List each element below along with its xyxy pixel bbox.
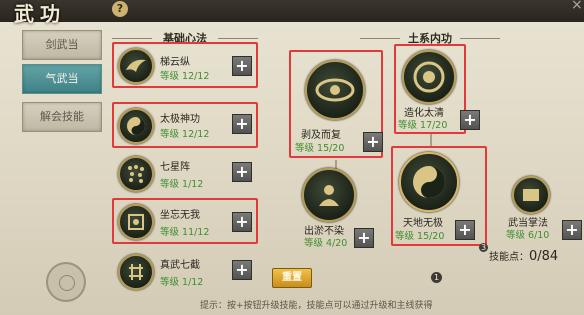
tab-sword-wudang[interactable]: 剑武当 [22, 30, 102, 60]
badge-indicator: 1 [431, 272, 442, 283]
bagua-wheel-icon [402, 50, 456, 104]
badge-indicator: 3 [479, 243, 488, 252]
header-divider [218, 38, 258, 39]
skill-row-tiyunzong[interactable]: 梯云纵 等级 12/12 + [112, 42, 258, 88]
skill-name: 坐忘无我 [160, 210, 200, 221]
skill-row-zhenwu-qijie[interactable]: 真武七截 等级 1/12 + [112, 252, 258, 298]
skill-level: 等级 12/12 [160, 71, 210, 82]
upgrade-button[interactable]: + [232, 260, 252, 280]
upgrade-button[interactable]: + [455, 220, 475, 240]
tree-skill-tiandi-wuji[interactable]: 天地无极 等级 15/20 + [391, 146, 487, 246]
tree-skill-boji-erfu[interactable]: 剥及而复 等级 15/20 + [289, 50, 383, 158]
skill-level: 等级 1/12 [160, 179, 204, 190]
skill-level: 等级 4/20 [304, 238, 348, 249]
skill-level: 等级 17/20 [398, 120, 448, 131]
upgrade-button[interactable]: + [460, 110, 480, 130]
skill-points-value: 0/84 [529, 249, 559, 264]
seven-stars-icon [118, 156, 154, 192]
tree-skill-chuyu-buran[interactable]: 出淤不染 等级 4/20 + [296, 164, 376, 250]
upgrade-button[interactable]: + [562, 220, 582, 240]
header-divider [460, 38, 500, 39]
eye-rune-icon [305, 60, 365, 120]
taiji-icon [399, 152, 459, 212]
tree-skill-wudang-zhangfa[interactable]: 武当掌法 等级 6/10 + [504, 174, 584, 246]
upgrade-button[interactable]: + [232, 114, 252, 134]
upgrade-button[interactable]: + [232, 162, 252, 182]
tree-skill-zaohua-taiqing[interactable]: 造化太清 等级 17/20 + [394, 44, 484, 134]
scroll-icon [512, 176, 550, 214]
skill-level: 等级 11/12 [160, 227, 210, 238]
skill-name: 剥及而复 [301, 130, 341, 141]
skill-points: 技能点：0/84 [489, 248, 558, 264]
grid-rune-icon [118, 254, 154, 290]
skill-row-qixingzhen[interactable]: 七星阵 等级 1/12 + [112, 152, 258, 198]
upgrade-button[interactable]: + [232, 212, 252, 232]
close-icon[interactable]: × [571, 0, 583, 13]
title-bar: 武功 ? × [0, 0, 584, 26]
skill-level: 等级 15/20 [295, 143, 345, 154]
upgrade-button[interactable]: + [354, 228, 374, 248]
skill-name: 太极神功 [160, 114, 200, 125]
header-divider [112, 38, 152, 39]
skill-row-zuowang-wuwo[interactable]: 坐忘无我 等级 11/12 + [112, 198, 258, 244]
virtual-joystick[interactable] [46, 262, 86, 302]
tab-qi-wudang[interactable]: 气武当 [22, 64, 102, 94]
tab-solve-skills[interactable]: 解会技能 [22, 102, 102, 132]
wing-icon [118, 48, 154, 84]
skill-level: 等级 15/20 [395, 231, 445, 242]
skill-name: 真武七截 [160, 260, 200, 271]
skill-points-label: 技能点： [489, 252, 529, 263]
skill-level: 等级 1/12 [160, 277, 204, 288]
bagua-icon [118, 204, 154, 240]
skill-name: 七星阵 [160, 162, 190, 173]
skill-level: 等级 6/10 [506, 230, 550, 241]
yin-yang-icon [118, 108, 154, 144]
hint-text: 提示：按+按钮升级技能，技能点可以通过升级和主线获得 [200, 301, 433, 311]
lotus-monk-icon [302, 168, 356, 222]
tree-connector [430, 132, 432, 146]
upgrade-button[interactable]: + [363, 132, 383, 152]
skill-name: 梯云纵 [160, 57, 190, 68]
skills-panel: 武功 ? × 剑武当 气武当 解会技能 基础心法 梯云纵 等级 12/12 + … [0, 0, 584, 315]
skill-level: 等级 12/12 [160, 129, 210, 140]
skill-row-taiji-shengong[interactable]: 太极神功 等级 12/12 + [112, 102, 258, 148]
skill-name: 天地无极 [403, 218, 443, 229]
upgrade-button[interactable]: + [232, 56, 252, 76]
header-divider [360, 38, 400, 39]
window-title: 武功 [14, 2, 66, 26]
reset-button[interactable]: 重置 [272, 268, 312, 288]
help-icon[interactable]: ? [112, 1, 128, 17]
